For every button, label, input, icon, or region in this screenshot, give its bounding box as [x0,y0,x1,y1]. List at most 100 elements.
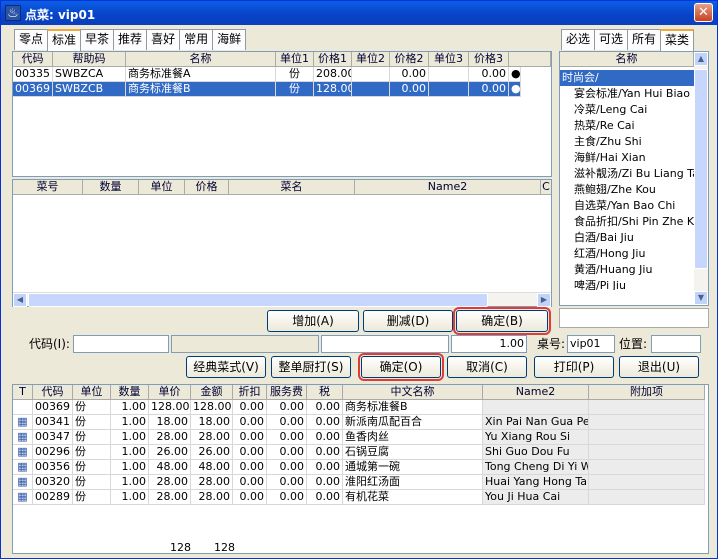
cell-code: 00320 [33,475,73,490]
cancel-button[interactable]: 取消(C) [447,356,527,378]
tab-recommend[interactable]: 推荐 [113,29,148,50]
table-row[interactable]: ▦ 00347 份 1.00 28.00 28.00 0.00 0.00 0.00 鱼香肉丝 Yu … [13,430,708,445]
scroll-thumb[interactable] [28,293,488,307]
col-category-name[interactable]: 名称 [560,52,694,67]
cell-discount: 0.00 [233,490,267,505]
detail-hscrollbar[interactable]: ◀ ▶ [13,292,551,307]
close-button[interactable]: ✕ [694,3,713,22]
cell-amount: 48.00 [191,460,233,475]
scroll-down-icon[interactable]: ▼ [694,291,708,305]
tab-all[interactable]: 所有 [627,29,662,50]
col-code[interactable]: 代码 [33,385,73,400]
tab-morning-tea[interactable]: 早茶 [80,29,115,50]
package-grid-header: 代码 帮助码 名称 单位1 价格1 单位2 价格2 单位3 价格3 [13,52,551,67]
tree-item[interactable]: 白酒/Bai Jiu [560,230,695,246]
table-row[interactable]: ▦ 00289 份 1.00 28.00 28.00 0.00 0.00 0.00 有机花菜 You… [13,490,708,505]
col-price[interactable]: 价格 [185,180,229,195]
col-amount[interactable]: 金额 [191,385,233,400]
cell-discount: 0.00 [233,460,267,475]
col-dish-name[interactable]: 菜名 [229,180,355,195]
col-discount[interactable]: 折扣 [233,385,267,400]
print-button[interactable]: 打印(P) [534,356,614,378]
tree-vscrollbar[interactable]: ▲ ▼ [694,52,708,305]
exit-button[interactable]: 退出(U) [619,356,699,378]
table-row[interactable]: ▦ 00296 份 1.00 26.00 26.00 0.00 0.00 0.00 石锅豆腐 Shi… [13,445,708,460]
col-mark [509,52,551,67]
list-icon: ▦ [13,445,33,460]
table-row[interactable]: 00369 份 1.00 128.00 128.00 0.00 0.00 0.00 商务标准餐B [13,400,708,415]
col-price[interactable]: 单价 [149,385,191,400]
tree-item[interactable]: 滋补靓汤/Zi Bu Liang Tang [560,166,695,182]
scroll-up-icon[interactable]: ▲ [694,52,708,66]
col-c[interactable]: C [541,180,551,195]
col-tax[interactable]: 税 [307,385,343,400]
delete-button[interactable]: 删减(D) [363,310,453,332]
code-input[interactable] [73,335,169,353]
table-row[interactable]: 00335 SWBZCA 商务标准餐A 份 208.00 0.00 0.00 ● [13,67,551,82]
table-row[interactable]: ▦ 00341 份 1.00 18.00 18.00 0.00 0.00 0.00 新派南瓜配百合… [13,415,708,430]
col-price1[interactable]: 价格1 [314,52,352,67]
col-t[interactable]: T [13,385,33,400]
tab-common[interactable]: 常用 [179,29,214,50]
cell-qty: 1.00 [111,400,149,415]
cell-price: 26.00 [149,445,191,460]
table-row[interactable]: ▦ 00320 份 1.00 28.00 28.00 0.00 0.00 0.00 淮阳红汤面 Hu… [13,475,708,490]
col-qty[interactable]: 数量 [111,385,149,400]
tree-item[interactable]: 主食/Zhu Shi [560,134,695,150]
col-price2[interactable]: 价格2 [390,52,429,67]
col-unit[interactable]: 单位 [139,180,185,195]
confirm-b-button[interactable]: 确定(B) [453,307,551,335]
col-unit1[interactable]: 单位1 [276,52,314,67]
col-name[interactable]: 名称 [126,52,276,67]
tab-dish-category[interactable]: 菜类 [660,29,695,51]
col-price3[interactable]: 价格3 [469,52,509,67]
tree-item[interactable]: 海鲜/Hai Xian [560,150,695,166]
tree-item[interactable]: 热菜/Re Cai [560,118,695,134]
col-code[interactable]: 代码 [13,52,53,67]
tab-seafood[interactable]: 海鲜 [212,29,247,50]
col-name2[interactable]: Name2 [483,385,589,400]
classic-dishes-button[interactable]: 经典菜式(V) [186,356,266,378]
cell-price3: 0.00 [469,67,509,82]
col-unit3[interactable]: 单位3 [429,52,469,67]
col-extra[interactable]: 附加项 [589,385,705,400]
tree-item[interactable]: 冷菜/Leng Cai [560,102,695,118]
col-cn-name[interactable]: 中文名称 [343,385,483,400]
tree-item[interactable]: 啤酒/Pi Jiu [560,278,695,290]
tree-item[interactable]: 食品折扣/Shi Pin Zhe Kou [560,214,695,230]
col-service-fee[interactable]: 服务费 [267,385,307,400]
whole-kitchen-print-button[interactable]: 整单厨打(S) [271,356,351,378]
table-row-selected[interactable]: 00369 SWBZCB 商务标准餐B 份 128.00 0.00 0.00 ● [13,82,551,97]
position-input[interactable] [651,335,701,353]
scroll-thumb[interactable] [694,69,708,269]
col-name2[interactable]: Name2 [355,180,541,195]
col-unit[interactable]: 单位 [73,385,111,400]
tab-lingdian[interactable]: 零点 [14,29,49,50]
tree-item[interactable]: 黄酒/Huang Jiu [560,262,695,278]
category-tabs: 必选 可选 所有 菜类 [561,29,695,51]
tree-item[interactable]: 燕鲍翅/Zhe Kou [560,182,695,198]
confirm-o-button[interactable]: 确定(O) [358,353,444,381]
col-unit2[interactable]: 单位2 [352,52,390,67]
col-dish-no[interactable]: 菜号 [13,180,83,195]
add-button[interactable]: 增加(A) [267,310,359,332]
table-row[interactable]: ▦ 00356 份 1.00 48.00 48.00 0.00 0.00 0.00 通城第一碗 To… [13,460,708,475]
scroll-left-icon[interactable]: ◀ [13,293,27,307]
table-input[interactable]: vip01 [567,335,615,353]
quantity-input[interactable]: 1.00 [451,335,527,353]
extra-input[interactable] [321,335,449,353]
col-qty[interactable]: 数量 [83,180,139,195]
tree-item[interactable]: 宴会标准/Yan Hui Biao Zhu [560,86,695,102]
col-help-code[interactable]: 帮助码 [53,52,126,67]
cell-amount: 26.00 [191,445,233,460]
tree-item[interactable]: 时尚会/ [560,70,695,86]
tab-favorite[interactable]: 喜好 [146,29,181,50]
tab-required[interactable]: 必选 [561,29,596,50]
tree-item[interactable]: 红酒/Hong Jiu [560,246,695,262]
cell-extra [589,490,705,505]
cell-price1: 128.00 [314,82,352,97]
tab-standard[interactable]: 标准 [47,29,82,51]
scroll-right-icon[interactable]: ▶ [537,293,551,307]
tree-item[interactable]: 自选菜/Yan Bao Chi [560,198,695,214]
tab-optional[interactable]: 可选 [594,29,629,50]
